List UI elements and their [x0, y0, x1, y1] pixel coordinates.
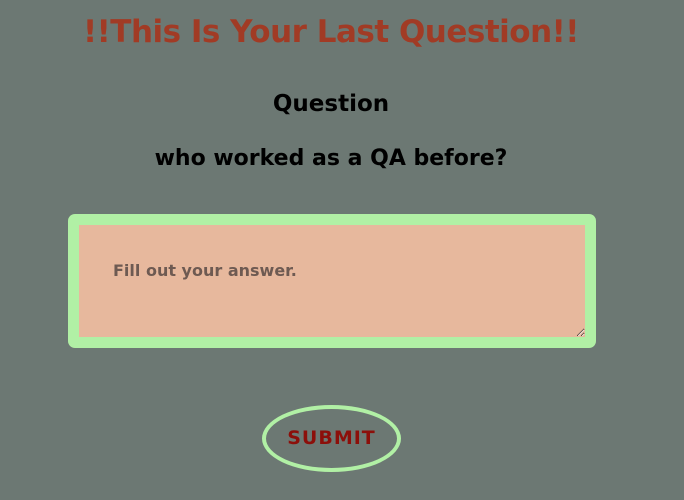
answer-frame [68, 214, 596, 348]
answer-textarea[interactable] [79, 225, 585, 337]
question-text: who worked as a QA before? [154, 146, 508, 171]
question-heading: Question [272, 91, 390, 117]
last-question-banner: !!This Is Your Last Question!! [83, 14, 579, 50]
submit-button[interactable]: SUBMIT [262, 405, 401, 472]
